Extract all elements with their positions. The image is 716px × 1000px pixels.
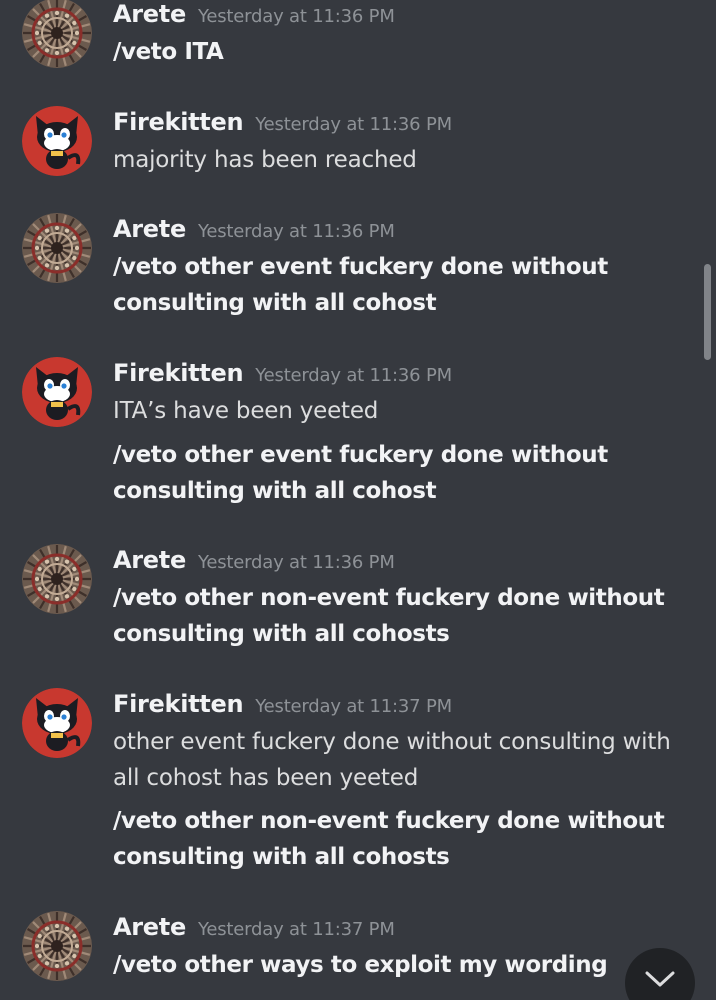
avatar-firekitten[interactable] — [22, 688, 92, 758]
username[interactable]: Firekitten — [113, 690, 244, 718]
avatar-firekitten[interactable] — [22, 106, 92, 176]
message-header: Arete Yesterday at 11:36 PM — [113, 215, 395, 243]
message-header: Firekitten Yesterday at 11:37 PM — [113, 690, 452, 718]
avatar-firekitten[interactable] — [22, 357, 92, 427]
username[interactable]: Firekitten — [113, 359, 244, 387]
message-text: /veto other non-event fuckery done witho… — [113, 808, 665, 834]
timestamp: Yesterday at 11:37 PM — [197, 919, 395, 940]
timestamp: Yesterday at 11:37 PM — [255, 696, 452, 717]
avatar-arete[interactable] — [22, 213, 92, 283]
username[interactable]: Firekitten — [113, 108, 244, 136]
username[interactable]: Arete — [113, 546, 186, 574]
chat-messages[interactable]: Arete Yesterday at 11:36 PM /veto ITA Fir… — [0, 0, 716, 1000]
timestamp: Yesterday at 11:36 PM — [255, 365, 452, 386]
scrollbar-thumb[interactable] — [704, 264, 711, 360]
message-text: consulting with all cohost — [113, 290, 437, 316]
username[interactable]: Arete — [113, 215, 186, 243]
message-text: other event fuckery done without consult… — [113, 729, 671, 755]
timestamp: Yesterday at 11:36 PM — [197, 221, 395, 242]
message-text: /veto other event fuckery done without — [113, 254, 608, 280]
message-header: Arete Yesterday at 11:37 PM — [113, 913, 395, 941]
avatar-arete[interactable] — [22, 911, 92, 981]
message-header: Arete Yesterday at 11:36 PM — [113, 546, 395, 574]
message-text: ITA’s have been yeeted — [113, 398, 379, 424]
message-text: /veto other non-event fuckery done witho… — [113, 585, 665, 611]
avatar-arete[interactable] — [22, 544, 92, 614]
timestamp: Yesterday at 11:36 PM — [197, 552, 395, 573]
username[interactable]: Arete — [113, 913, 186, 941]
message-text: consulting with all cohosts — [113, 621, 450, 647]
timestamp: Yesterday at 11:36 PM — [255, 114, 452, 135]
message-text: all cohost has been yeeted — [113, 765, 419, 791]
message-text: consulting with all cohost — [113, 478, 437, 504]
message-header: Arete Yesterday at 11:36 PM — [113, 0, 395, 28]
chevron-down-icon — [645, 971, 675, 987]
message-header: Firekitten Yesterday at 11:36 PM — [113, 359, 452, 387]
message-text: /veto other event fuckery done without — [113, 442, 608, 468]
avatar-arete[interactable] — [22, 0, 92, 68]
message-text: majority has been reached — [113, 147, 417, 173]
message-header: Firekitten Yesterday at 11:36 PM — [113, 108, 452, 136]
username[interactable]: Arete — [113, 0, 186, 28]
message-text: /veto other ways to exploit my wording — [113, 952, 608, 978]
message-text: /veto ITA — [113, 39, 224, 65]
timestamp: Yesterday at 11:36 PM — [197, 6, 395, 27]
message-text: consulting with all cohosts — [113, 844, 450, 870]
